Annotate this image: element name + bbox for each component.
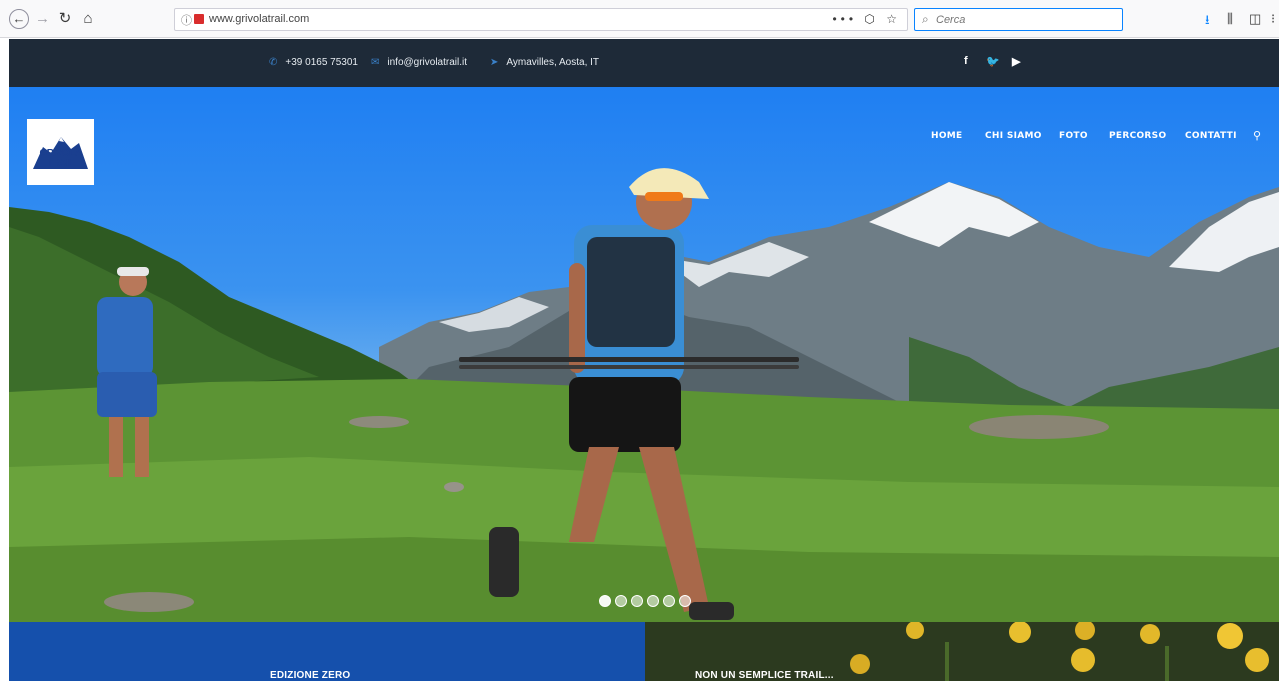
- download-icon[interactable]: ⭳: [1205, 11, 1210, 33]
- sidebar-icon[interactable]: ◫: [1249, 11, 1261, 27]
- slider-dot[interactable]: [679, 595, 691, 607]
- page-actions[interactable]: ••• ⬡ ☆: [832, 12, 901, 26]
- nav-chi-siamo[interactable]: CHI SIAMO: [985, 131, 1042, 141]
- phone-info[interactable]: ✆ +39 0165 75301: [269, 57, 358, 68]
- facebook-icon[interactable]: f: [964, 55, 968, 67]
- info-icon[interactable]: ⓘ: [181, 12, 192, 28]
- browser-search-box[interactable]: ⌕: [914, 8, 1123, 31]
- location-text: Aymavilles, Aosta, IT: [506, 57, 600, 68]
- forward-button[interactable]: →: [35, 10, 50, 28]
- slider-dot[interactable]: [631, 595, 643, 607]
- browser-search-input[interactable]: [936, 11, 1116, 29]
- browser-toolbar: ← → ↻ ⌂ ⓘ www.grivolatrail.com ••• ⬡ ☆ ⌕…: [0, 0, 1279, 38]
- feature-panel-trail[interactable]: NON UN SEMPLICE TRAIL...: [645, 622, 1279, 681]
- location-arrow-icon: ➤: [490, 57, 499, 68]
- nav-contatti[interactable]: CONTATTI: [1185, 131, 1237, 141]
- envelope-icon: ✉: [371, 57, 380, 68]
- reload-button[interactable]: ↻: [57, 10, 73, 28]
- email-address: info@grivolatrail.it: [387, 57, 468, 68]
- youtube-icon[interactable]: ▶: [1012, 55, 1020, 68]
- location-info: ➤ Aymavilles, Aosta, IT: [490, 57, 599, 68]
- twitter-icon[interactable]: 🐦: [986, 55, 1000, 68]
- hero-slider: GRIVOLA TRAIL HOME CHI SIAMO FOTO PERCOR…: [9, 87, 1279, 622]
- feature-panel-edizione-zero[interactable]: EDIZIONE ZERO: [9, 622, 645, 681]
- email-info[interactable]: ✉ info@grivolatrail.it: [371, 57, 467, 68]
- url-bar[interactable]: ⓘ www.grivolatrail.com ••• ⬡ ☆: [174, 8, 908, 31]
- phone-icon: ✆: [269, 57, 278, 68]
- site-search-icon[interactable]: ⚲: [1253, 129, 1261, 142]
- library-icon[interactable]: ⫼: [1227, 11, 1233, 27]
- slider-dot[interactable]: [647, 595, 659, 607]
- url-text[interactable]: www.grivolatrail.com: [209, 13, 309, 25]
- main-navigation: HOME CHI SIAMO FOTO PERCORSO CONTATTI ⚲: [931, 129, 1261, 145]
- back-button[interactable]: ←: [9, 9, 29, 29]
- contact-info-bar: ✆ +39 0165 75301 ✉ info@grivolatrail.it ➤ A…: [9, 39, 1279, 87]
- insecure-lock-icon[interactable]: [194, 14, 204, 24]
- hero-image: [9, 168, 1279, 622]
- nav-home[interactable]: HOME: [931, 131, 963, 141]
- nav-percorso[interactable]: PERCORSO: [1109, 131, 1166, 141]
- home-button[interactable]: ⌂: [80, 10, 96, 28]
- panel-title-right: NON UN SEMPLICE TRAIL...: [695, 670, 834, 681]
- slider-dot[interactable]: [663, 595, 675, 607]
- slider-dot[interactable]: [599, 595, 611, 607]
- logo-text: GRIVOLA TRAIL: [27, 149, 94, 169]
- site-logo[interactable]: GRIVOLA TRAIL: [27, 119, 94, 185]
- phone-number: +39 0165 75301: [285, 57, 358, 68]
- search-icon: ⌕: [922, 12, 929, 26]
- menu-icon[interactable]: ⁝: [1271, 11, 1275, 27]
- logo-line-2: TRAIL: [47, 158, 74, 169]
- slider-dot[interactable]: [615, 595, 627, 607]
- nav-foto[interactable]: FOTO: [1059, 131, 1088, 141]
- panel-title-left: EDIZIONE ZERO: [270, 670, 351, 681]
